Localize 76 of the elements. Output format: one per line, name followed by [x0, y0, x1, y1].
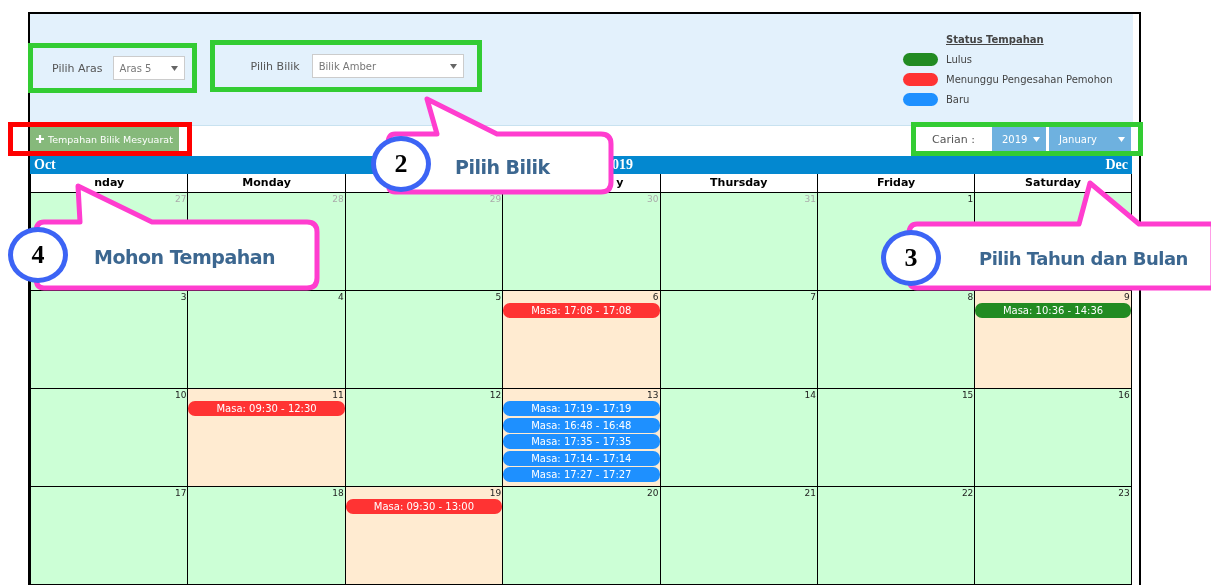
day-number: 13 [646, 389, 660, 401]
plus-icon [36, 135, 44, 143]
day-number: 8 [966, 291, 975, 303]
day-number: 27 [173, 193, 188, 205]
dropdown[interactable]: Bilik Amber [311, 54, 464, 78]
day-number: 14 [803, 389, 817, 401]
day-cell[interactable]: 9 Masa: 10:36 - 14:36 [974, 291, 1132, 389]
day-number: 5 [494, 291, 503, 303]
day-number: 18 [331, 487, 345, 499]
day-number: 30 [646, 193, 660, 205]
legend-label: Baru [946, 93, 970, 105]
day-number: 23 [1117, 487, 1131, 499]
callout-text: Mohon Tempahan [94, 246, 276, 268]
caret-icon [170, 65, 178, 71]
search-label: Carian : [932, 132, 975, 146]
booking-event[interactable]: Masa: 17:08 - 17:08 [503, 303, 660, 318]
legend-label: Menunggu Pengesahan Pemohon [946, 73, 1113, 85]
day-number: 19 [488, 487, 503, 499]
day-number: 9 [1123, 291, 1131, 303]
day-number: 28 [331, 193, 345, 205]
day-number: 11 [331, 389, 345, 401]
weekday-header: Monday [187, 174, 345, 193]
day-number: 17 [173, 487, 188, 499]
booking-event[interactable]: Masa: 10:36 - 14:36 [975, 303, 1131, 318]
day-cell[interactable]: 16 [974, 389, 1132, 487]
day-cell[interactable]: 7 [659, 291, 817, 389]
day-cell[interactable]: 12 [344, 389, 503, 487]
caret-icon [449, 63, 457, 69]
day-cell[interactable]: 5 [344, 291, 503, 389]
day-cell[interactable]: 18 [187, 487, 345, 585]
caret-icon [1118, 136, 1125, 142]
day-cell[interactable]: 3 [30, 291, 188, 389]
day-number: 4 [337, 291, 345, 303]
day-number: 15 [960, 389, 975, 401]
field-label: Pilih Bilik [250, 59, 300, 73]
weekday-header: nday [30, 174, 188, 193]
caret-icon [1033, 136, 1040, 142]
weekday-header: Friday [816, 174, 975, 193]
day-number: 29 [488, 193, 503, 205]
day-number: 1 [966, 193, 975, 205]
day-number: 3 [179, 291, 188, 303]
day-cell[interactable]: 15 [816, 389, 975, 487]
day-cell[interactable]: 20 [502, 487, 660, 585]
day-cell[interactable]: 14 [659, 389, 817, 487]
day-number: 21 [803, 487, 817, 499]
day-cell[interactable]: 6 Masa: 17:08 - 17:08 [502, 291, 660, 389]
day-number: 6 [651, 291, 660, 303]
month-title: 019 [612, 157, 633, 173]
day-cell[interactable]: 23 [974, 487, 1132, 585]
day-number: 20 [646, 487, 660, 499]
weekday-header: Thursday [659, 174, 817, 193]
day-cell[interactable]: 11 Masa: 09:30 - 12:30 [187, 389, 345, 487]
field-label: Pilih Aras [52, 61, 103, 75]
previous-month-link[interactable]: Oct [34, 157, 56, 173]
next-month-link[interactable]: Dec [1105, 157, 1128, 173]
day-cell[interactable]: 21 [659, 487, 817, 585]
day-cell[interactable]: 19 Masa: 09:30 - 13:00 [344, 487, 503, 585]
step-number-badge: 4 [8, 227, 68, 283]
weekday-header: Saturday [974, 174, 1132, 193]
day-number: 12 [488, 389, 503, 401]
legend-title: Status Tempahan [946, 34, 1045, 45]
booking-event[interactable]: Masa: 09:30 - 12:30 [188, 401, 345, 416]
day-cell[interactable]: 8 [816, 291, 975, 389]
booking-event[interactable]: Masa: 09:30 - 13:00 [345, 499, 503, 514]
callout-text: Pilih Tahun dan Bulan [979, 248, 1188, 269]
day-cell[interactable]: 4 [187, 291, 345, 389]
day-number: 31 [803, 193, 817, 205]
legend-label: Lulus [946, 53, 973, 65]
day-cell[interactable]: 10 [30, 389, 188, 487]
dropdown[interactable]: Aras 5 [112, 56, 185, 80]
day-cell[interactable]: 17 [30, 487, 188, 585]
day-number: 7 [809, 291, 817, 303]
day-number: 22 [960, 487, 975, 499]
day-number: 10 [173, 389, 188, 401]
day-number: 16 [1117, 389, 1131, 401]
day-cell[interactable]: 22 [816, 487, 975, 585]
